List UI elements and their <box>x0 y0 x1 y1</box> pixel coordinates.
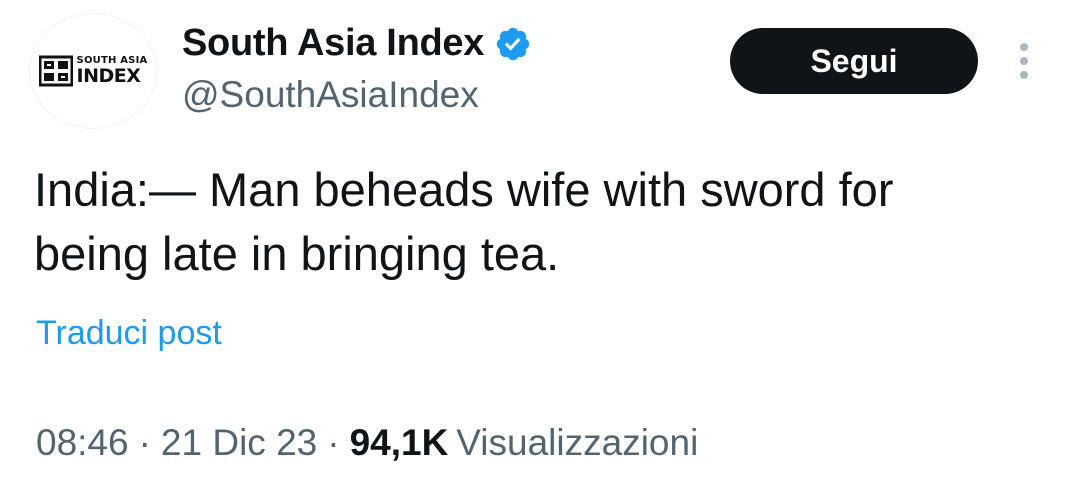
south-asia-index-logo: SOUTH ASIA INDEX <box>38 54 148 88</box>
author-name-row: South Asia Index <box>182 22 532 65</box>
views-count[interactable]: 94,1K <box>350 422 449 464</box>
translate-post-link[interactable]: Traduci post <box>36 314 222 353</box>
views-label: Visualizzazioni <box>456 422 699 463</box>
follow-button[interactable]: Segui <box>730 28 978 94</box>
meta-separator: · <box>327 422 340 463</box>
logo-mark-icon <box>38 55 73 87</box>
avatar[interactable]: SOUTH ASIA INDEX <box>30 14 156 128</box>
tweet-time[interactable]: 08:46 <box>36 422 129 464</box>
tweet-meta: 08:46 · 21 Dic 23 · 94,1K Visualizzazion… <box>36 422 698 464</box>
author-handle[interactable]: @SouthAsiaIndex <box>182 74 479 116</box>
tweet-date[interactable]: 21 Dic 23 <box>161 422 317 464</box>
author-display-name[interactable]: South Asia Index <box>182 22 484 65</box>
meta-separator: · <box>138 422 151 463</box>
logo-text-big: INDEX <box>76 65 141 87</box>
tweet-text: India:— Man beheads wife with sword for … <box>34 163 894 280</box>
more-vertical-icon <box>1020 43 1028 51</box>
verified-badge-icon <box>496 27 530 60</box>
more-options-button[interactable] <box>1010 38 1038 84</box>
